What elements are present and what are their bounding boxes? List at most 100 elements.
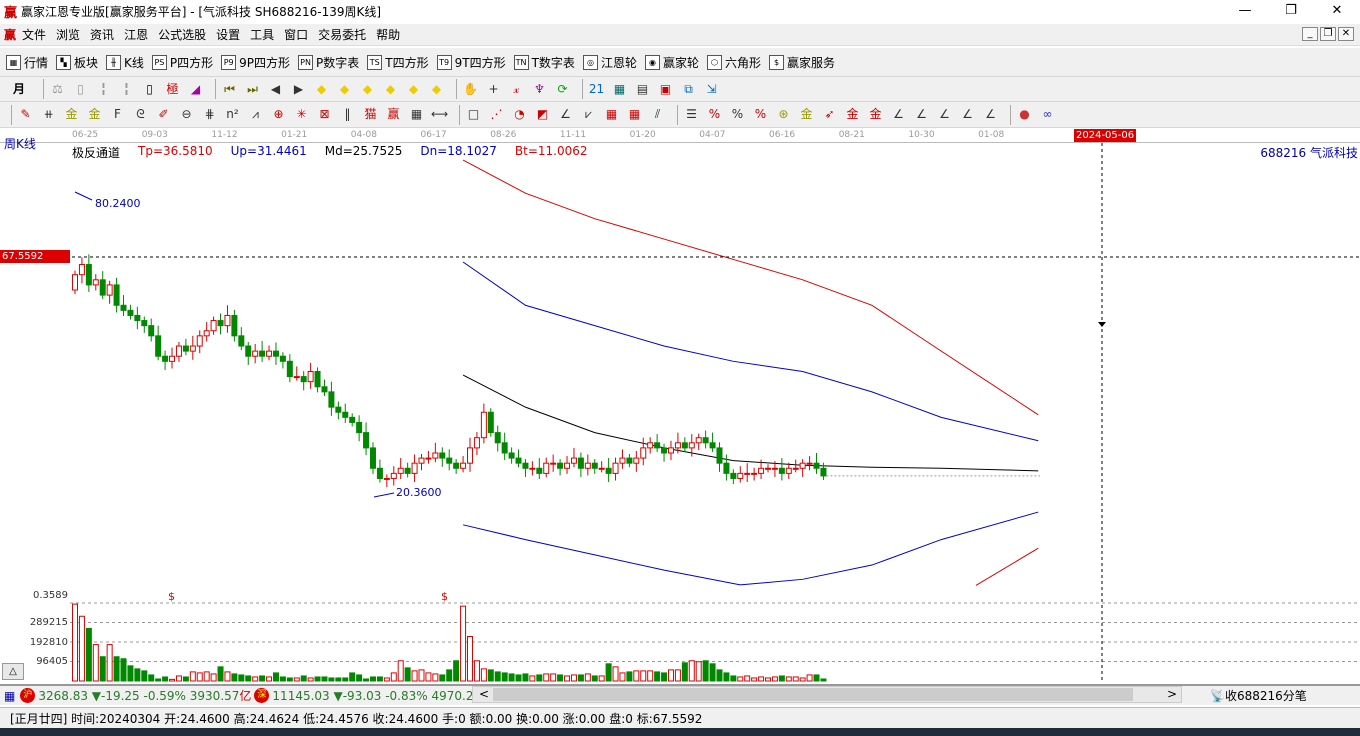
coin-icon[interactable]: ⊛ [775,106,792,123]
circle-icon[interactable]: ⊖ [178,106,195,123]
mdi-close-button[interactable]: ✕ [1338,27,1354,41]
gold3-icon[interactable]: 金 [798,106,815,123]
period-select[interactable]: 月 [6,81,32,98]
toolbar-button-ps[interactable]: PS P四方形 [151,54,213,71]
target-icon[interactable]: ⊕ [270,106,287,123]
cross-icon[interactable]: + [485,81,502,98]
box-icon[interactable]: ⊠ [316,106,333,123]
menu-file[interactable]: 文件 [22,26,46,43]
menu-gann[interactable]: 江恩 [124,26,148,43]
diamond-x-icon[interactable]: ◆ [382,81,399,98]
candle-type-icon[interactable]: ▯ [141,81,158,98]
measure-icon[interactable]: ⟷ [431,106,448,123]
toolbar-button-p9[interactable]: P9 9P四方形 [221,54,290,71]
gold5-icon[interactable]: 金 [867,106,884,123]
left-icon[interactable]: ◀ [267,81,284,98]
notes-icon[interactable]: ▤ [634,81,651,98]
spiral-icon[interactable]: ᘓ [132,106,149,123]
first-icon[interactable]: ⏮ [221,81,238,98]
pole-icon[interactable]: 極 [164,81,181,98]
sh-index[interactable]: 3268.83 ▼-19.25 -0.59% 3930.57 [38,689,239,703]
wave-icon[interactable]: ⩗ [580,106,597,123]
toolbar-button-pn[interactable]: PN P数字表 [298,54,359,71]
menu-trade[interactable]: 交易委托 [318,26,366,43]
last-icon[interactable]: ⏭ [244,81,261,98]
right-icon[interactable]: ▶ [290,81,307,98]
diamond-left-icon[interactable]: ◆ [313,81,330,98]
toolbar-button-blocks[interactable]: ▚ 板块 [56,54,98,71]
toolbar-button-ts[interactable]: TS T四方形 [367,54,429,71]
fan-icon[interactable]: ⩘ [247,106,264,123]
menu-tools[interactable]: 工具 [250,26,274,43]
gold2-icon[interactable]: 金 [86,106,103,123]
diamond-ud-icon[interactable]: ◆ [428,81,445,98]
fib-icon[interactable]: F [109,106,126,123]
maximize-button[interactable]: ❐ [1268,0,1314,22]
kline-chart[interactable] [0,143,1360,683]
toolbar-button-grid[interactable]: ▦ 行情 [6,54,48,71]
grid-icon[interactable]: ▦ [4,689,15,703]
diamond-lr-icon[interactable]: ◆ [359,81,376,98]
scroll-left-button[interactable]: < [479,687,489,701]
slope-icon[interactable]: ⫽ [649,106,666,123]
win-icon[interactable]: 赢 [385,106,402,123]
bar-icon[interactable]: 猫 [362,106,379,123]
weight-icon[interactable]: ⚖ [49,81,66,98]
parallel-icon[interactable]: ⧺ [40,106,57,123]
menu-browse[interactable]: 浏览 [56,26,80,43]
n2-icon[interactable]: n² [224,106,241,123]
ruler-icon[interactable]: ▦ [408,106,425,123]
calendar-icon[interactable]: 21 [588,81,605,98]
cycle-icon[interactable]: ⟳ [554,81,571,98]
menu-settings[interactable]: 设置 [216,26,240,43]
export-icon[interactable]: ⇲ [703,81,720,98]
pen-icon[interactable]: ✎ [17,106,34,123]
toolbar-button-kline[interactable]: ╫ K线 [106,54,144,71]
angle5-icon[interactable]: ∠ [959,106,976,123]
volume-toggle-button[interactable]: △ [2,663,24,680]
toolbar-button-dollar[interactable]: $ 赢家服务 [768,54,835,71]
toolbar-button-t9[interactable]: T9 9T四方形 [436,54,506,71]
save-icon[interactable]: ▣ [657,81,674,98]
sz-index[interactable]: 11145.03 ▼-93.03 -0.83% 4970.20 [272,689,481,703]
star-icon[interactable]: ✳ [293,106,310,123]
angle4-icon[interactable]: ∠ [936,106,953,123]
pct-box-icon[interactable]: % [706,106,723,123]
rect-icon[interactable]: □ [465,106,482,123]
hash-icon[interactable]: ⋕ [201,106,218,123]
grid2-icon[interactable]: ▦ [626,106,643,123]
gold4-icon[interactable]: 金 [844,106,861,123]
list-icon[interactable]: ☰ [683,106,700,123]
square-icon[interactable]: ◩ [534,106,551,123]
toolbar-button-tn[interactable]: TN T数字表 [513,54,575,71]
hand-icon[interactable]: ✋ [462,81,479,98]
calculator-icon[interactable]: ▦ [611,81,628,98]
toolbar-button-hexagon[interactable]: ⬡ 六角形 [706,54,761,71]
arc-icon[interactable]: ◔ [511,106,528,123]
diamond-right-icon[interactable]: ◆ [336,81,353,98]
pattern-icon[interactable]: ♆ [531,81,548,98]
gold1-icon[interactable]: 金 [63,106,80,123]
fan2-icon[interactable]: ⋰ [488,106,505,123]
diamond-up-icon[interactable]: ◆ [405,81,422,98]
doc-icon[interactable]: ▯ [72,81,89,98]
arrow-icon[interactable]: ➶ [821,106,838,123]
scroll-right-button[interactable]: > [1167,687,1177,701]
ticker-scrollbar[interactable]: < > [472,686,1182,703]
mdi-minimize-button[interactable]: _ [1302,27,1318,41]
toolbar-button-gann-wheel[interactable]: ◎ 江恩轮 [582,54,637,71]
mdi-restore-button[interactable]: ❐ [1320,27,1336,41]
angle-icon[interactable]: ∠ [557,106,574,123]
pct-icon[interactable]: % [729,106,746,123]
angle6-icon[interactable]: ∠ [982,106,999,123]
lines-icon[interactable]: ‖ [339,106,356,123]
scroll-thumb[interactable] [493,688,1133,701]
bars-icon[interactable]: ╏ [95,81,112,98]
minimize-button[interactable]: — [1222,0,1268,22]
menu-window[interactable]: 窗口 [284,26,308,43]
toolbar-button-winner-wheel[interactable]: ◉ 赢家轮 [644,54,699,71]
color-icon[interactable]: ◢ [187,81,204,98]
angle2-icon[interactable]: ∠ [890,106,907,123]
tick-feed[interactable]: 📡收688216分笔 [1210,687,1307,704]
grid1-icon[interactable]: ▦ [603,106,620,123]
